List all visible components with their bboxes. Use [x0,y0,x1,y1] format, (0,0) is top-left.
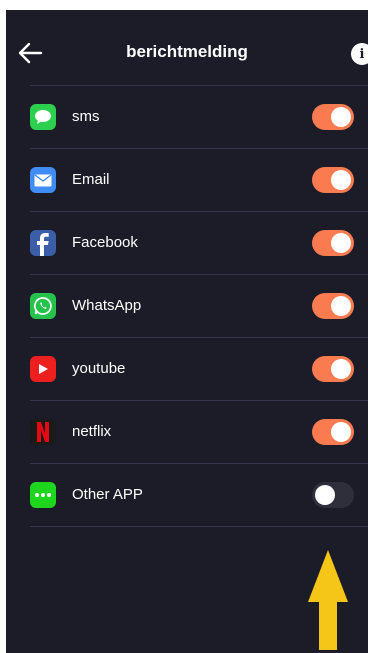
list-item-facebook: Facebook [30,211,368,274]
app-label: Facebook [72,234,138,251]
list-item-netflix: netflix [30,400,368,463]
app-list: sms Email Facebook WhatsApp youtube netf… [30,85,368,527]
list-item-sms: sms [30,85,368,148]
screen: berichtmelding i sms Email Facebook What… [6,10,368,653]
facebook-icon [30,230,56,256]
list-item-whatsapp: WhatsApp [30,274,368,337]
list-item-other-app: Other APP [30,463,368,527]
envelope-icon [30,167,56,193]
youtube-icon [30,356,56,382]
sms-toggle[interactable] [312,104,354,130]
toggle-knob [331,170,351,190]
more-dots-icon [30,482,56,508]
app-label: sms [72,108,100,125]
list-item-email: Email [30,148,368,211]
app-label: youtube [72,360,126,377]
app-label: netflix [72,423,112,440]
toggle-knob [331,422,351,442]
email-toggle[interactable] [312,167,354,193]
youtube-toggle[interactable] [312,356,354,382]
app-label: Other APP [72,486,143,503]
whatsapp-toggle[interactable] [312,293,354,319]
info-button[interactable]: i [351,43,368,65]
toggle-knob [331,233,351,253]
netflix-toggle[interactable] [312,419,354,445]
list-item-youtube: youtube [30,337,368,400]
netflix-icon [30,419,56,445]
toggle-knob [331,107,351,127]
app-label: WhatsApp [72,297,142,314]
toggle-knob [331,359,351,379]
other-app-toggle[interactable] [312,482,354,508]
toggle-knob [331,296,351,316]
header: berichtmelding i [6,10,368,86]
message-bubble-icon [30,104,56,130]
facebook-toggle[interactable] [312,230,354,256]
toggle-knob [315,485,335,505]
page-title: berichtmelding [126,42,248,61]
annotation-arrow-icon [308,550,348,650]
app-label: Email [72,171,110,188]
whatsapp-icon [30,293,56,319]
